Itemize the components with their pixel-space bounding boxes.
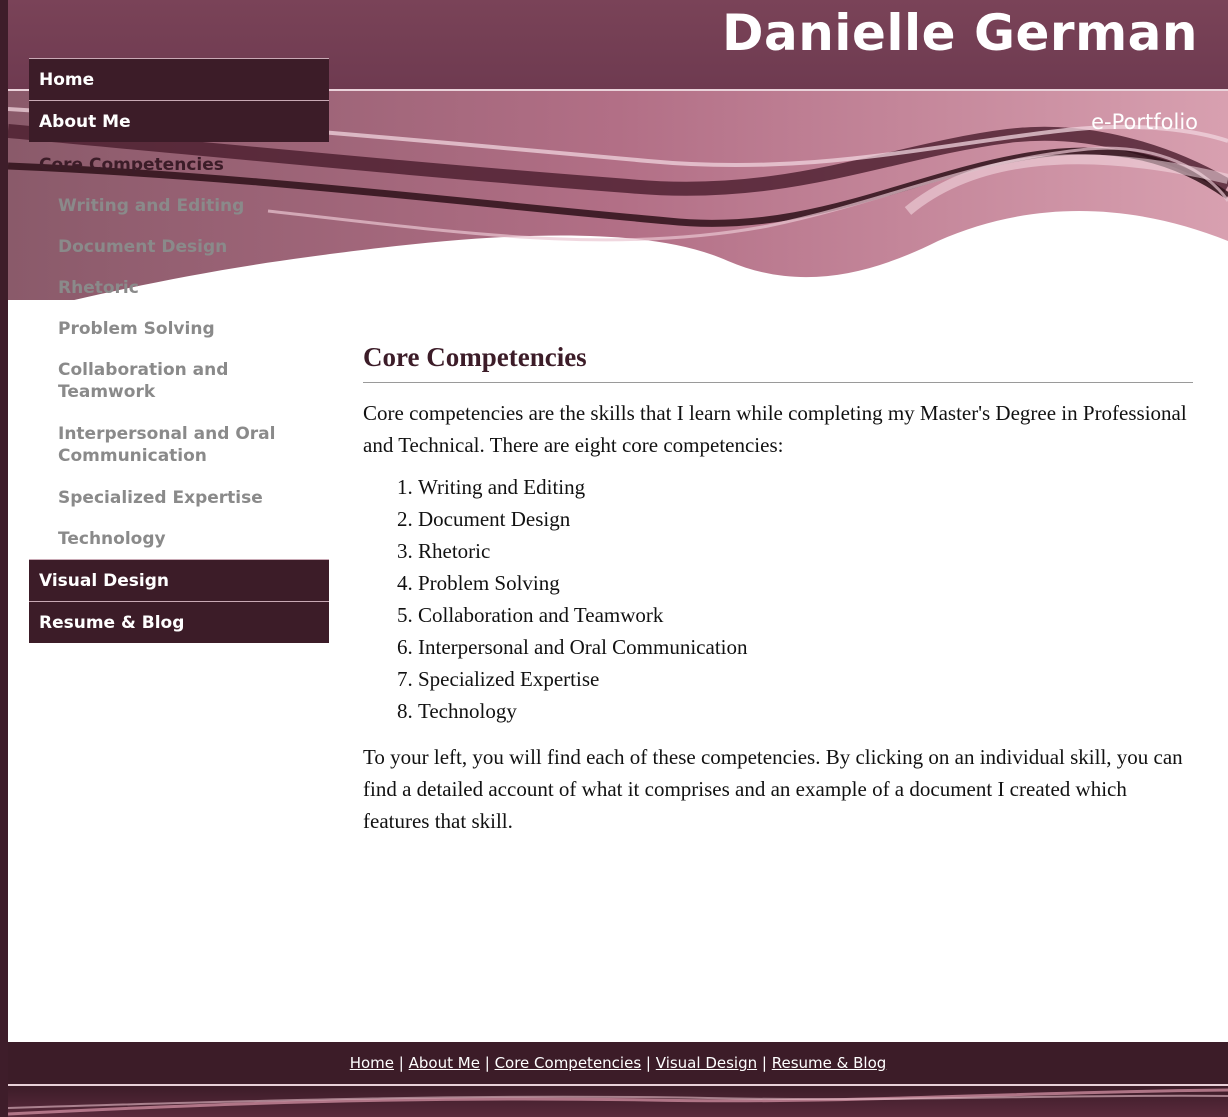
footer-ribbon <box>8 1086 1228 1117</box>
outro-paragraph: To your left, you will find each of thes… <box>363 745 1183 833</box>
site-footer: Home | About Me | Core Competencies | Vi… <box>8 1042 1228 1084</box>
nav-resume-and-blog[interactable]: Resume & Blog <box>29 601 329 643</box>
nav-rhetoric[interactable]: Rhetoric <box>29 267 329 308</box>
list-item: Technology <box>418 695 1193 727</box>
nav-collaboration-and-teamwork[interactable]: Collaboration and Teamwork <box>29 349 329 413</box>
nav-specialized-expertise[interactable]: Specialized Expertise <box>29 477 329 518</box>
footer-link-visual-design[interactable]: Visual Design <box>656 1054 757 1072</box>
list-item: Writing and Editing <box>418 471 1193 503</box>
list-item: Interpersonal and Oral Communication <box>418 631 1193 663</box>
footer-link-home[interactable]: Home <box>350 1054 394 1072</box>
site-title: Danielle German <box>721 4 1198 62</box>
footer-link-resume-and-blog[interactable]: Resume & Blog <box>772 1054 887 1072</box>
footer-link-about-me[interactable]: About Me <box>409 1054 480 1072</box>
nav-interpersonal-and-oral-communication[interactable]: Interpersonal and Oral Communication <box>29 413 329 477</box>
competency-list: Writing and Editing Document Design Rhet… <box>363 471 1193 727</box>
nav-document-design[interactable]: Document Design <box>29 226 329 267</box>
main-content: Core Competencies Core competencies are … <box>363 342 1193 837</box>
site-subtitle: e-Portfolio <box>1091 110 1198 134</box>
intro-paragraph: Core competencies are the skills that I … <box>363 401 1187 457</box>
footer-separator: | <box>761 1054 767 1072</box>
footer-separator: | <box>645 1054 651 1072</box>
list-item: Document Design <box>418 503 1193 535</box>
list-item: Rhetoric <box>418 535 1193 567</box>
nav-home[interactable]: Home <box>29 58 329 100</box>
footer-link-core-competencies[interactable]: Core Competencies <box>495 1054 642 1072</box>
list-item: Collaboration and Teamwork <box>418 599 1193 631</box>
sidebar-nav: Home About Me Core Competencies Writing … <box>29 58 329 643</box>
footer-separator: | <box>484 1054 490 1072</box>
nav-problem-solving[interactable]: Problem Solving <box>29 308 329 349</box>
nav-about-me[interactable]: About Me <box>29 100 329 142</box>
footer-separator: | <box>398 1054 404 1072</box>
footer-ribbon-graphic <box>8 1088 1228 1116</box>
nav-visual-design[interactable]: Visual Design <box>29 559 329 601</box>
left-frame-border <box>0 0 8 1117</box>
nav-writing-and-editing[interactable]: Writing and Editing <box>29 185 329 226</box>
list-item: Problem Solving <box>418 567 1193 599</box>
list-item: Specialized Expertise <box>418 663 1193 695</box>
nav-core-competencies[interactable]: Core Competencies <box>29 142 329 185</box>
page-heading: Core Competencies <box>363 342 1193 383</box>
nav-technology[interactable]: Technology <box>29 518 329 559</box>
